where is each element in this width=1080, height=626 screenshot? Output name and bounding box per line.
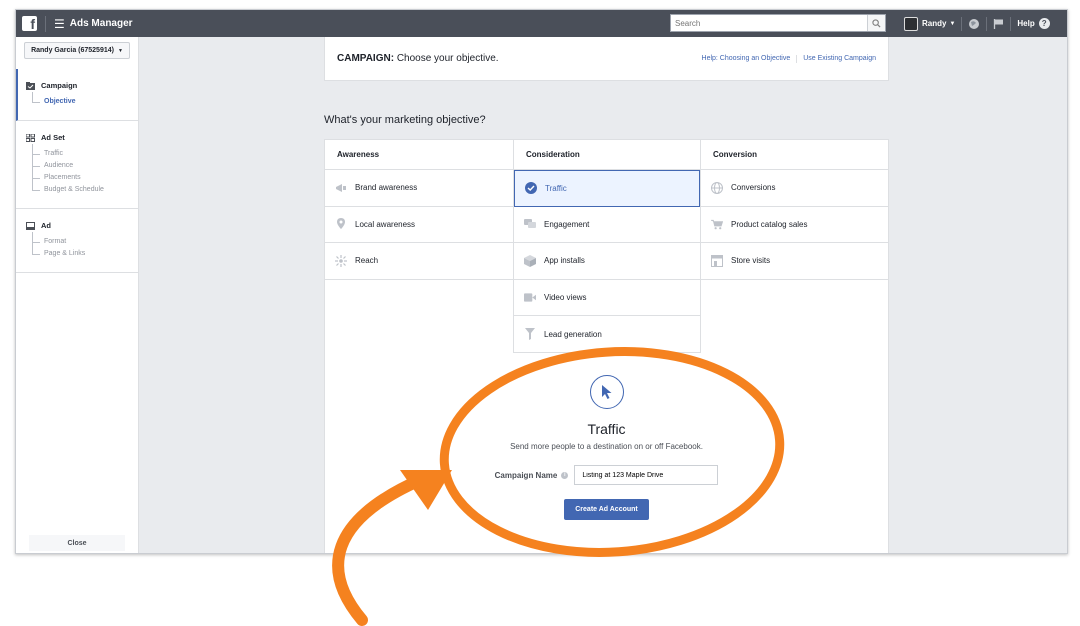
option-lead-generation[interactable]: Lead generation (514, 316, 700, 353)
option-label: Engagement (544, 219, 590, 229)
sidebar-item-page-links[interactable]: Page & Links (26, 248, 138, 260)
box-icon (524, 254, 536, 267)
user-name[interactable]: Randy (922, 19, 946, 28)
top-bar-right: Randy ▼ Help ? (904, 10, 1050, 37)
search-icon (872, 18, 881, 28)
app-title: Ads Manager (69, 18, 133, 29)
ads-manager-window: f ☰ Ads Manager Randy ▼ Help ? Randy Gar… (15, 9, 1068, 554)
megaphone-icon (335, 182, 347, 194)
option-label: Traffic (545, 183, 567, 193)
column-header: Conversion (701, 140, 889, 170)
reach-icon (335, 254, 347, 267)
column-awareness: Awareness Brand awareness Local awarenes… (325, 140, 513, 280)
objective-question: What's your marketing objective? (324, 114, 486, 126)
search-button[interactable] (867, 15, 885, 31)
sidebar-item-audience[interactable]: Audience (26, 160, 138, 172)
divider (961, 16, 963, 31)
sidebar: Randy Garcia (67525914) ▼ Campaign Objec… (16, 37, 139, 553)
sidebar-ad-label: Ad (41, 221, 51, 230)
info-icon[interactable]: i (561, 471, 569, 479)
account-selector[interactable]: Randy Garcia (67525914) ▼ (24, 42, 130, 59)
location-pin-icon (335, 218, 347, 230)
column-header: Consideration (514, 140, 700, 170)
column-header: Awareness (325, 140, 513, 170)
option-local-awareness[interactable]: Local awareness (325, 207, 513, 244)
divider (986, 16, 988, 31)
option-video-views[interactable]: Video views (514, 280, 700, 317)
chat-bubbles-icon (524, 218, 536, 230)
campaign-header: CAMPAIGN: Choose your objective. Help: C… (324, 37, 889, 81)
ad-icon (26, 221, 35, 230)
video-camera-icon (524, 292, 536, 304)
option-label: Reach (355, 256, 379, 266)
page-title-text: Choose your objective. (396, 53, 499, 64)
funnel-icon (524, 328, 536, 341)
help-icon[interactable]: ? (1038, 18, 1050, 29)
check-circle-icon (525, 182, 537, 195)
globe-icon (711, 181, 723, 194)
sidebar-section-campaign[interactable]: Campaign Objective (16, 69, 138, 121)
sidebar-section-adset[interactable]: Ad Set Traffic Audience Placements Budge… (16, 121, 138, 209)
divider (1010, 16, 1012, 31)
sidebar-item-budget-schedule[interactable]: Budget & Schedule (26, 184, 138, 196)
objective-description: Send more people to a destination on or … (510, 442, 703, 451)
campaign-name-input[interactable] (574, 465, 719, 485)
divider (796, 54, 798, 63)
use-existing-campaign-link[interactable]: Use Existing Campaign (803, 55, 876, 63)
option-reach[interactable]: Reach (325, 243, 513, 280)
account-name: Randy Garcia (67525914) (31, 47, 114, 54)
option-label: Lead generation (544, 329, 602, 339)
option-app-installs[interactable]: App installs (514, 243, 700, 280)
option-engagement[interactable]: Engagement (514, 207, 700, 244)
option-label: Product catalog sales (731, 219, 808, 229)
menu-icon[interactable]: ☰ (54, 17, 65, 31)
create-ad-account-button[interactable]: Create Ad Account (564, 499, 649, 520)
cursor-icon (589, 375, 624, 409)
campaign-name-label: Campaign Name (494, 470, 558, 480)
option-label: Conversions (731, 183, 776, 193)
sidebar-campaign-label: Campaign (41, 81, 78, 90)
option-label: Store visits (731, 256, 771, 266)
close-button[interactable]: Close (29, 535, 125, 551)
chevron-down-icon: ▼ (117, 47, 123, 54)
sidebar-item-traffic[interactable]: Traffic (26, 148, 138, 160)
sidebar-section-ad[interactable]: Ad Format Page & Links (16, 209, 138, 273)
column-consideration: Consideration Traffic Engagement App ins… (513, 140, 701, 353)
sidebar-item-placements[interactable]: Placements (26, 172, 138, 184)
option-store-visits[interactable]: Store visits (701, 243, 889, 280)
divider (45, 15, 46, 32)
sidebar-item-objective[interactable]: Objective (26, 96, 138, 108)
page-title-prefix: CAMPAIGN: (337, 53, 395, 64)
help-label[interactable]: Help (1017, 19, 1034, 28)
option-product-catalog-sales[interactable]: Product catalog sales (701, 207, 889, 244)
adset-icon (26, 133, 35, 142)
help-objective-link[interactable]: Help: Choosing an Objective (702, 55, 791, 63)
page-title: CAMPAIGN: Choose your objective. (337, 53, 499, 64)
option-traffic[interactable]: Traffic (514, 170, 700, 207)
option-conversions[interactable]: Conversions (701, 170, 889, 207)
sidebar-adset-label: Ad Set (41, 133, 65, 142)
option-label: Brand awareness (355, 183, 418, 193)
objective-title: Traffic (587, 421, 626, 437)
option-label: Local awareness (355, 219, 416, 229)
search-input[interactable] (671, 15, 867, 31)
shopping-cart-icon (711, 218, 723, 230)
column-conversion: Conversion Conversions Product catalog s… (701, 140, 889, 280)
facebook-logo-icon[interactable]: f (22, 16, 37, 32)
globe-icon[interactable] (968, 18, 980, 30)
sidebar-item-format[interactable]: Format (26, 236, 138, 248)
campaign-icon (26, 81, 35, 90)
objective-detail: Traffic Send more people to a destinatio… (324, 360, 889, 520)
option-label: App installs (544, 256, 585, 266)
store-icon (711, 254, 723, 267)
chevron-down-icon[interactable]: ▼ (949, 21, 955, 27)
flag-icon[interactable] (993, 18, 1004, 30)
option-brand-awareness[interactable]: Brand awareness (325, 170, 513, 207)
campaign-name-row: Campaign Name i (324, 465, 889, 485)
top-bar: f ☰ Ads Manager Randy ▼ Help ? (16, 10, 1067, 37)
avatar[interactable] (904, 16, 918, 31)
option-label: Video views (544, 293, 587, 303)
search-box (670, 14, 886, 32)
